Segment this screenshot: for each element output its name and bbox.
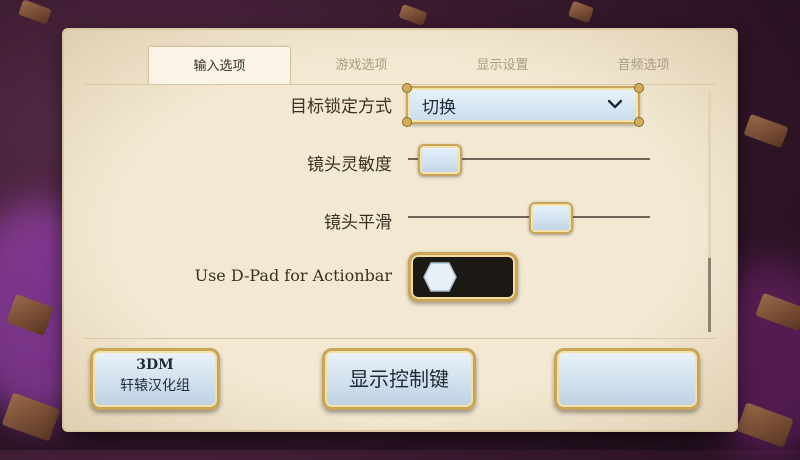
toggle-knob-icon (423, 262, 457, 292)
ornament (634, 83, 644, 93)
tab-input-options[interactable]: 输入选项 (148, 46, 291, 84)
chevron-down-icon (607, 99, 623, 109)
tab-audio-options[interactable]: 音频选项 (573, 46, 714, 84)
ornament (634, 117, 644, 127)
tab-game-options[interactable]: 游戏选项 (291, 46, 432, 84)
rock-debris (567, 0, 595, 24)
camera-sensitivity-label: 镜头灵敏度 (307, 155, 392, 175)
rock-debris (18, 0, 52, 25)
scrollbar-thumb[interactable] (708, 258, 711, 332)
camera-smoothing-thumb[interactable] (529, 202, 574, 234)
target-lock-label: 目标锁定方式 (290, 97, 392, 117)
rock-debris (398, 3, 428, 27)
rock-debris (743, 113, 789, 149)
bottom-divider (84, 338, 716, 339)
target-lock-value: 切换 (422, 98, 456, 118)
dpad-actionbar-toggle[interactable] (408, 252, 518, 302)
tab-divider (84, 84, 716, 85)
credits-line-1: 3DM (136, 357, 174, 373)
show-controls-button[interactable]: 显示控制键 (322, 348, 476, 410)
camera-smoothing-label: 镜头平滑 (324, 213, 392, 233)
settings-panel: 输入选项 游戏选项 显示设置 音频选项 目标锁定方式 切换 镜头灵敏度 镜头平滑… (64, 30, 736, 430)
dpad-actionbar-label: Use D-Pad for Actionbar (194, 266, 392, 285)
tab-bar: 输入选项 游戏选项 显示设置 音频选项 (148, 46, 714, 84)
target-lock-dropdown[interactable]: 切换 (402, 83, 644, 127)
credits-line-2: 轩辕汉化组 (120, 378, 190, 394)
credits-button[interactable]: 3DM 轩辕汉化组 (90, 348, 220, 410)
tab-display-settings[interactable]: 显示设置 (432, 46, 573, 84)
right-button[interactable] (554, 348, 700, 410)
ornament (402, 117, 412, 127)
camera-sensitivity-thumb[interactable] (418, 144, 463, 176)
ornament (402, 83, 412, 93)
